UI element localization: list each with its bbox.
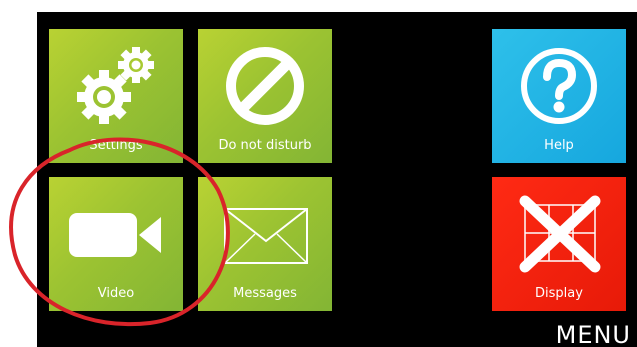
display-label: Display — [535, 286, 583, 301]
video-label: Video — [97, 286, 135, 301]
question-mark-icon — [492, 37, 626, 135]
do-not-disturb-label: Do not disturb — [218, 138, 312, 153]
menu-screen: Settings Do not disturb Help Video Messa… — [37, 12, 637, 347]
video-camera-icon — [49, 185, 183, 283]
prohibited-icon — [198, 37, 332, 135]
settings-label: Settings — [89, 138, 143, 153]
video-tile[interactable]: Video — [49, 177, 183, 311]
messages-tile[interactable]: Messages — [198, 177, 332, 311]
help-label: Help — [544, 138, 574, 153]
display-tile[interactable]: Display — [492, 177, 626, 311]
menu-title: MENU — [555, 321, 631, 347]
do-not-disturb-tile[interactable]: Do not disturb — [198, 29, 332, 163]
envelope-icon — [198, 185, 332, 283]
settings-tile[interactable]: Settings — [49, 29, 183, 163]
help-tile[interactable]: Help — [492, 29, 626, 163]
display-cross-icon — [492, 185, 626, 283]
gears-icon — [49, 37, 183, 135]
messages-label: Messages — [233, 286, 297, 301]
